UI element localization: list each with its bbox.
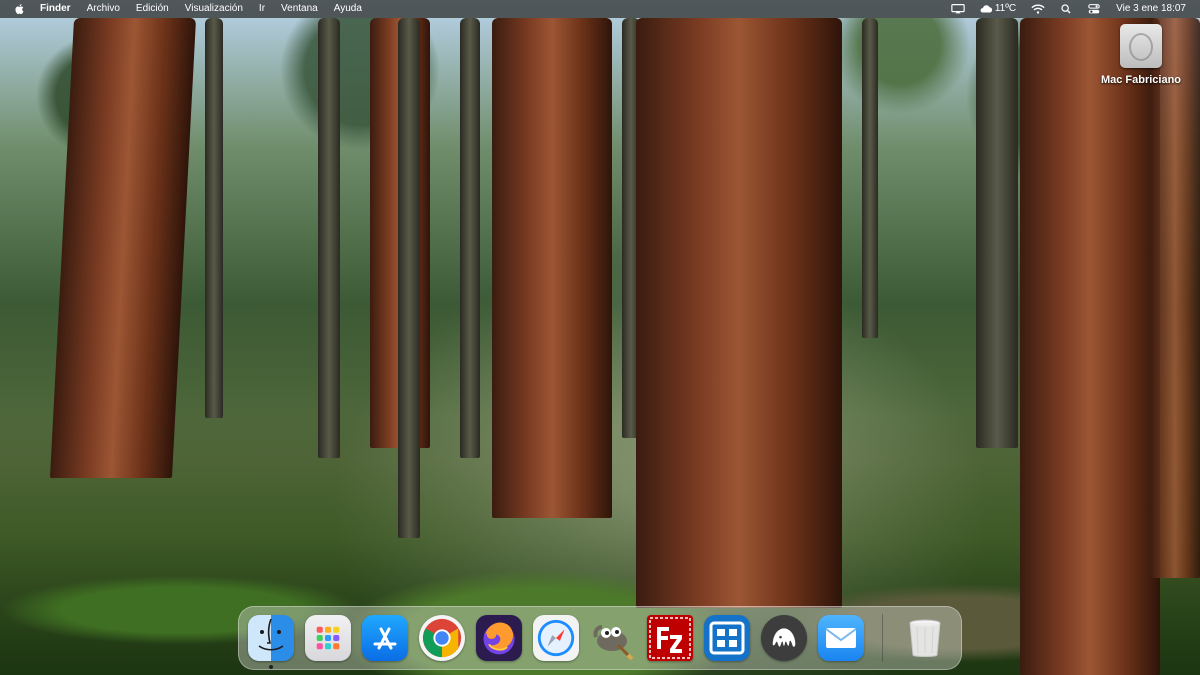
desktop-wallpaper — [0, 0, 1200, 675]
tree-trunk — [398, 18, 420, 538]
menu-edicion[interactable]: Edición — [128, 0, 177, 18]
hard-drive-icon[interactable] — [1120, 24, 1162, 68]
firefox-icon[interactable] — [476, 615, 522, 661]
trash-icon[interactable] — [902, 615, 948, 661]
tree-trunk — [1020, 18, 1160, 675]
tree-trunk — [49, 18, 197, 478]
mail-icon[interactable] — [818, 615, 864, 661]
dock-separator — [882, 614, 883, 662]
tree-trunk — [862, 18, 878, 338]
safari-icon[interactable] — [533, 615, 579, 661]
menu-archivo[interactable]: Archivo — [79, 0, 128, 18]
chrome-icon[interactable] — [419, 615, 465, 661]
tree-trunk — [636, 18, 842, 608]
sequel-pro-icon[interactable] — [761, 615, 807, 661]
menu-ir[interactable]: Ir — [251, 0, 273, 18]
tree-trunk — [1150, 18, 1200, 578]
menu-visualizacion[interactable]: Visualización — [177, 0, 251, 18]
screen-mirroring-icon[interactable] — [951, 3, 965, 15]
tree-trunk — [460, 18, 480, 458]
remote-desktop-icon[interactable] — [704, 615, 750, 661]
menu-bar-status: 11ºC Vie 3 ene 18:07 — [944, 0, 1200, 18]
finder-icon[interactable] — [248, 615, 294, 669]
menu-bar-left: Finder Archivo Edición Visualización Ir … — [0, 0, 370, 18]
spotlight-search-icon[interactable] — [1059, 3, 1073, 15]
menu-ayuda[interactable]: Ayuda — [326, 0, 370, 18]
app-store-icon[interactable] — [362, 615, 408, 661]
weather-temperature[interactable]: 11ºC — [995, 0, 1024, 18]
drive-label[interactable]: Mac Fabriciano — [1094, 74, 1188, 86]
tree-trunk — [492, 18, 612, 518]
running-indicator — [269, 665, 273, 669]
menu-bar: Finder Archivo Edición Visualización Ir … — [0, 0, 1200, 18]
dock — [238, 606, 962, 670]
tree-trunk — [318, 18, 340, 458]
control-center-icon[interactable] — [1087, 3, 1101, 15]
wifi-icon[interactable] — [1031, 3, 1045, 15]
apple-logo-icon[interactable] — [14, 3, 26, 15]
menu-app-name[interactable]: Finder — [32, 0, 79, 18]
tree-trunk — [976, 18, 1018, 448]
menu-ventana[interactable]: Ventana — [273, 0, 326, 18]
filezilla-icon[interactable] — [647, 615, 693, 661]
tree-trunk — [205, 18, 223, 418]
launchpad-icon[interactable] — [305, 615, 351, 661]
desktop-drive[interactable]: Mac Fabriciano — [1094, 24, 1188, 86]
gimp-icon[interactable] — [590, 615, 636, 661]
cloud-icon[interactable] — [979, 3, 993, 15]
menu-bar-clock[interactable]: Vie 3 ene 18:07 — [1108, 0, 1200, 18]
